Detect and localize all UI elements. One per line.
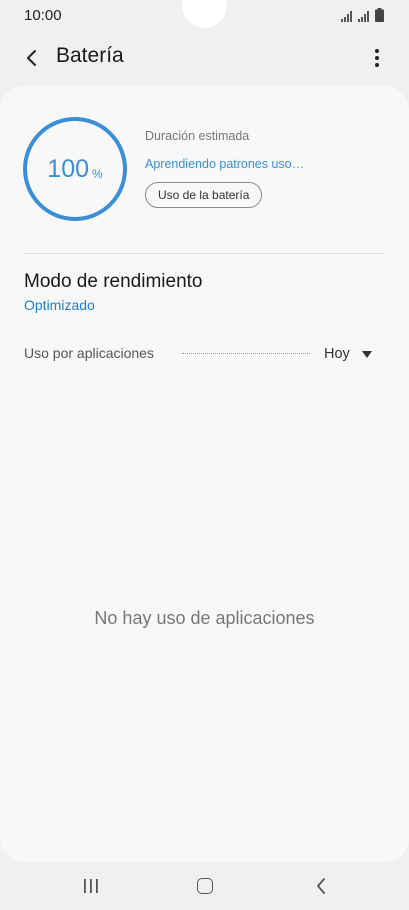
- more-vertical-icon[interactable]: [365, 46, 389, 70]
- status-bar: 10:00: [0, 0, 409, 34]
- page-title: Batería: [56, 44, 124, 67]
- period-dropdown[interactable]: Hoy: [324, 343, 372, 365]
- navigation-bar: [0, 862, 409, 910]
- learning-patterns-text: Aprendiendo patrones uso…: [145, 157, 305, 171]
- app-usage-label: Uso por aplicaciones: [24, 345, 154, 361]
- home-icon[interactable]: [197, 878, 213, 894]
- battery-usage-button[interactable]: Uso de la batería: [145, 182, 263, 208]
- status-icons: [341, 8, 384, 22]
- dropdown-caret-icon: [361, 350, 372, 358]
- signal-icon: [358, 11, 369, 22]
- signal-icon: [341, 11, 352, 22]
- battery-percent-value: 100: [47, 154, 90, 183]
- back-icon[interactable]: [313, 877, 329, 895]
- dotted-separator: [182, 353, 310, 354]
- battery-screen: 10:00 Batería 100 % Duración estimada Ap…: [0, 0, 409, 910]
- empty-state-text: No hay uso de aplicaciones: [94, 608, 315, 628]
- period-dropdown-value: Hoy: [324, 346, 350, 362]
- performance-mode-value[interactable]: Optimizado: [24, 297, 95, 313]
- performance-mode-title[interactable]: Modo de rendimiento: [24, 271, 203, 293]
- battery-percent-sign: %: [92, 166, 103, 181]
- battery-icon: [375, 8, 384, 22]
- recent-apps-icon[interactable]: [82, 879, 100, 893]
- estimated-duration-label: Duración estimada: [145, 129, 250, 143]
- camera-notch: [182, 0, 227, 28]
- status-time: 10:00: [24, 7, 62, 24]
- battery-percentage: 100 %: [22, 116, 128, 222]
- app-header: Batería: [0, 34, 409, 82]
- battery-card: 100 % Duración estimada Aprendiendo patr…: [0, 86, 409, 862]
- back-arrow-icon[interactable]: [20, 46, 44, 70]
- section-divider: [24, 253, 385, 254]
